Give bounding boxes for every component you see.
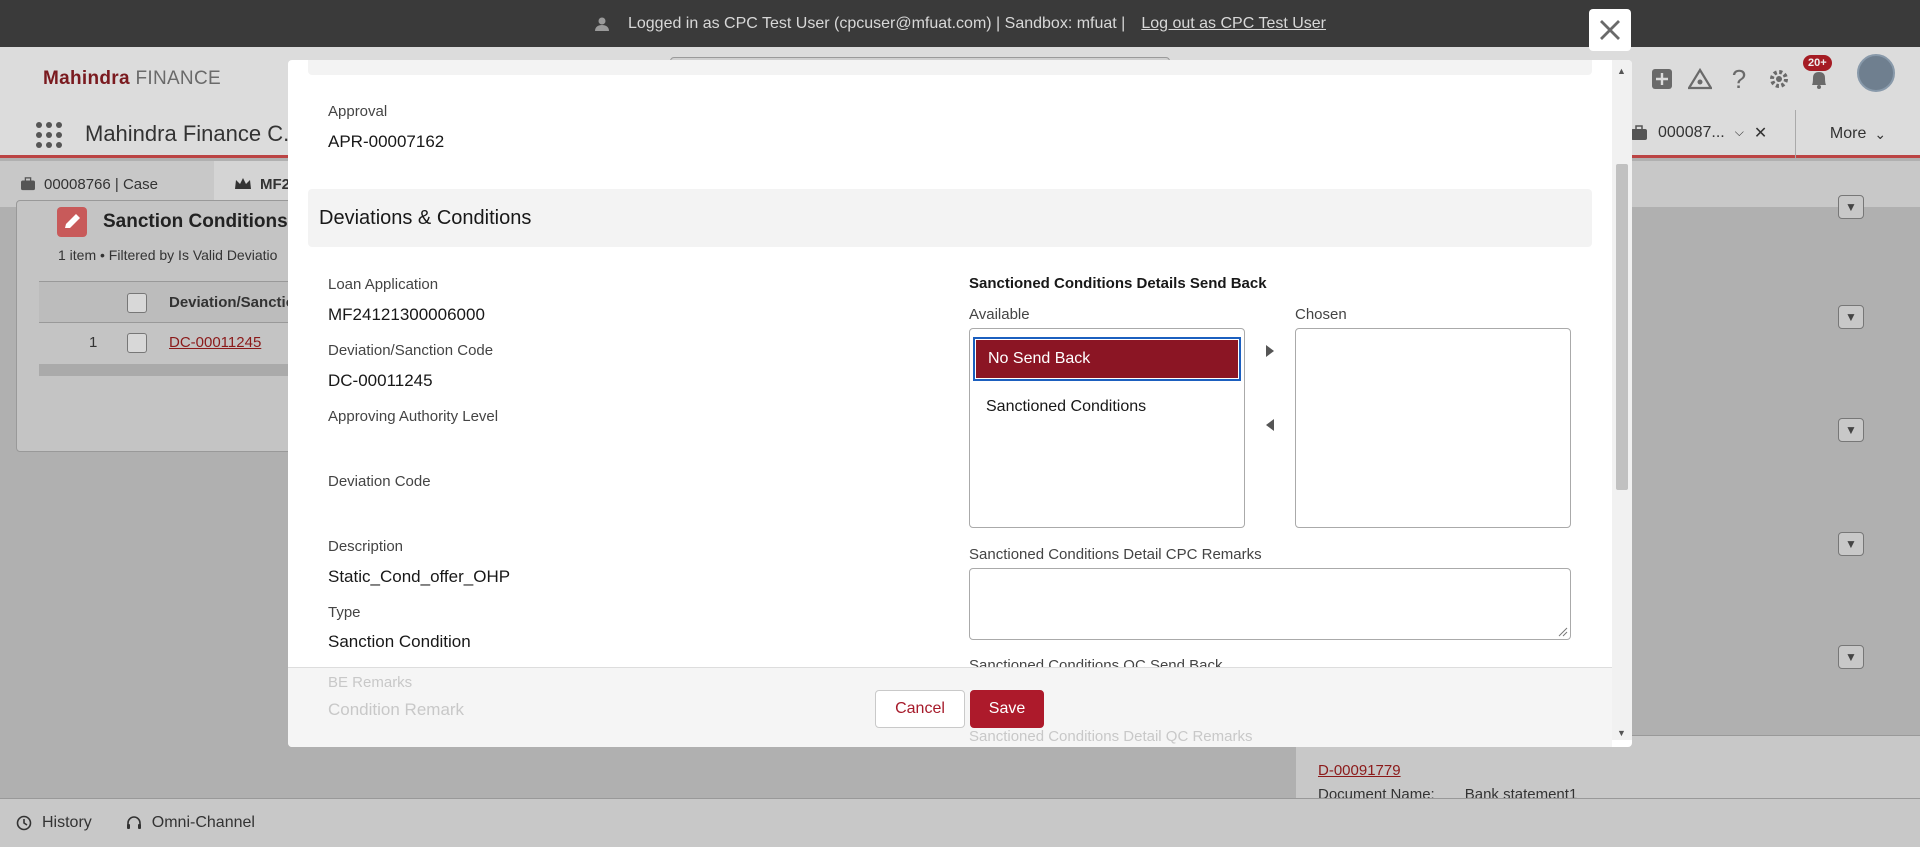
select-all-checkbox[interactable] <box>127 293 147 313</box>
chevron-down-icon: ⌄ <box>1874 125 1887 142</box>
move-to-available-button[interactable] <box>1260 415 1280 435</box>
cancel-button[interactable]: Cancel <box>875 690 965 728</box>
column-header[interactable]: Deviation/Sanctio <box>169 294 295 311</box>
row-link[interactable]: DC-00011245 <box>169 334 261 351</box>
add-icon[interactable] <box>1648 65 1676 93</box>
nav-tab-label: 000087... <box>1658 123 1725 141</box>
clock-icon <box>16 815 32 831</box>
type-value: Sanction Condition <box>328 632 471 651</box>
previous-section-edge <box>308 60 1592 75</box>
logout-link[interactable]: Log out as CPC Test User <box>1141 15 1326 33</box>
save-button[interactable]: Save <box>970 690 1044 728</box>
related-list-title[interactable]: Sanction Conditions <box>103 211 288 233</box>
scrollbar-thumb[interactable] <box>1616 164 1628 490</box>
row-actions-dropdown[interactable]: ▼ <box>1838 195 1864 219</box>
chevron-down-icon[interactable]: ⌵ <box>1735 125 1744 140</box>
available-label: Available <box>969 306 1030 323</box>
be-remarks-value: Condition Remark <box>328 700 465 719</box>
notification-count-badge: 20+ <box>1803 55 1832 71</box>
briefcase-icon <box>1631 124 1647 140</box>
briefcase-icon <box>21 177 35 191</box>
utility-bar: History Omni-Channel <box>0 798 1920 847</box>
loan-application-value: MF24121300006000 <box>328 305 485 324</box>
listbox-option[interactable]: Sanctioned Conditions <box>973 385 1241 429</box>
cpc-remarks-label: Sanctioned Conditions Detail CPC Remarks <box>969 546 1262 563</box>
headset-icon <box>126 816 141 829</box>
document-link[interactable]: D-00091779 <box>1318 762 1401 779</box>
more-label: More <box>1829 125 1867 142</box>
more-menu[interactable]: More ⌄ <box>1795 110 1920 158</box>
resize-grip-icon[interactable] <box>1558 627 1568 637</box>
available-listbox[interactable]: No Send Back Sanctioned Conditions <box>969 328 1245 528</box>
app-launcher-icon[interactable] <box>36 122 62 148</box>
approving-authority-level-label: Approving Authority Level <box>328 408 499 425</box>
app-name: Mahindra Finance C... <box>85 121 302 146</box>
login-as-text: Logged in as CPC Test User (cpcuser@mfua… <box>627 14 1126 32</box>
move-to-chosen-button[interactable] <box>1260 341 1280 361</box>
section-header[interactable]: Deviations & Conditions <box>308 189 1592 247</box>
chosen-listbox[interactable] <box>1295 328 1571 528</box>
row-actions-dropdown[interactable]: ▼ <box>1838 645 1864 669</box>
related-list-subtitle: 1 item • Filtered by Is Valid Deviatio <box>58 247 278 263</box>
row-actions-dropdown[interactable]: ▼ <box>1838 418 1864 442</box>
qc-remarks-label: Sanctioned Conditions Detail QC Remarks <box>969 728 1253 745</box>
trailhead-icon[interactable] <box>1686 65 1714 93</box>
utility-history[interactable]: History <box>16 814 92 832</box>
close-tab-icon[interactable]: ✕ <box>1754 123 1767 143</box>
document-card-content: D-00091779 Document Name: Bank statement1 <box>1318 762 1577 803</box>
type-label: Type <box>328 604 361 621</box>
user-icon <box>594 17 609 31</box>
approval-label: Approval <box>328 103 388 120</box>
approval-value: APR-00007162 <box>328 132 445 151</box>
setup-gear-icon[interactable] <box>1765 65 1793 93</box>
caret-left-icon <box>1266 419 1274 431</box>
scroll-down-arrow-icon[interactable]: ▼ <box>1617 728 1626 738</box>
company-logo: Mahindra FINANCE <box>43 68 221 89</box>
send-back-dual-listbox-title: Sanctioned Conditions Details Send Back <box>969 275 1267 292</box>
close-icon <box>1600 20 1620 40</box>
modal-footer: BE Remarks Condition Remark Sanctioned C… <box>288 667 1612 747</box>
chosen-label: Chosen <box>1295 306 1347 323</box>
row-actions-dropdown[interactable]: ▼ <box>1838 532 1864 556</box>
caret-right-icon <box>1266 345 1274 357</box>
close-modal-button[interactable] <box>1589 9 1631 51</box>
description-value: Static_Cond_offer_OHP <box>328 567 511 586</box>
row-actions-dropdown[interactable]: ▼ <box>1838 305 1864 329</box>
listbox-option-selected[interactable]: No Send Back <box>973 337 1241 381</box>
deviation-code-label: Deviation Code <box>328 473 431 490</box>
workspace-tab-label: 00008766 | Case <box>44 175 158 193</box>
deviation-sanction-code-value: DC-00011245 <box>328 371 433 390</box>
qc-send-back-label: Sanctioned Conditions QC Send Back <box>969 657 1223 667</box>
edit-record-icon <box>57 207 87 237</box>
modal-body: Approval APR-00007162 Deviations & Condi… <box>288 60 1612 667</box>
edit-record-modal: Approval APR-00007162 Deviations & Condi… <box>288 60 1632 747</box>
workspace-tab-label: MF2 <box>260 175 290 193</box>
loan-application-label: Loan Application <box>328 276 439 293</box>
crown-icon <box>235 178 251 189</box>
row-checkbox[interactable] <box>127 333 147 353</box>
nav-tab-open-record[interactable]: 000087... ⌵ ✕ <box>1630 110 1767 155</box>
cpc-remarks-textarea[interactable] <box>969 568 1571 640</box>
description-label: Description <box>328 538 404 555</box>
row-number: 1 <box>89 334 98 351</box>
login-as-bar: Logged in as CPC Test User (cpcuser@mfua… <box>0 0 1920 47</box>
be-remarks-label: BE Remarks <box>328 674 413 691</box>
utility-omni-channel[interactable]: Omni-Channel <box>126 814 255 832</box>
scroll-up-arrow-icon[interactable]: ▲ <box>1617 66 1626 76</box>
help-icon[interactable]: ? <box>1725 64 1753 94</box>
section-title: Deviations & Conditions <box>319 207 532 229</box>
deviation-sanction-code-label: Deviation/Sanction Code <box>328 342 494 359</box>
modal-vertical-scrollbar[interactable]: ▲ ▼ <box>1612 60 1632 740</box>
user-avatar[interactable] <box>1857 54 1895 92</box>
